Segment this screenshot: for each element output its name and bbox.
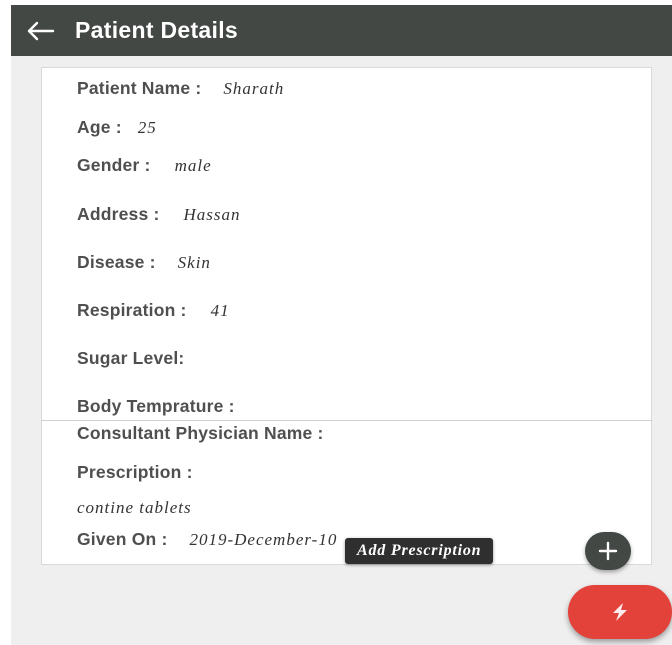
age-row: Age : 25 — [77, 117, 157, 138]
physician-label: Consultant Physician Name : — [77, 423, 324, 443]
disease-value: Skin — [177, 253, 211, 272]
screen: Patient Details Patient Name : Sharath A… — [11, 5, 672, 645]
gender-value: male — [174, 156, 212, 175]
lightning-icon — [613, 603, 627, 621]
temperature-label: Body Temprature : — [77, 396, 235, 416]
respiration-label: Respiration : — [77, 300, 187, 320]
divider — [41, 420, 652, 421]
patient-name-row: Patient Name : Sharath — [77, 78, 284, 99]
disease-row: Disease : Skin — [77, 252, 211, 273]
temperature-row: Body Temprature : — [77, 396, 235, 417]
prescription-value: contine tablets — [77, 498, 192, 517]
disease-label: Disease : — [77, 252, 156, 272]
app-bar: Patient Details — [11, 5, 672, 56]
page-title: Patient Details — [75, 17, 238, 43]
back-button[interactable] — [11, 5, 69, 56]
sugar-level-label: Sugar Level: — [77, 348, 185, 368]
age-label: Age : — [77, 117, 122, 137]
prescription-row: Prescription : — [77, 462, 193, 483]
gender-row: Gender : male — [77, 155, 212, 176]
address-label: Address : — [77, 204, 160, 224]
patient-name-label: Patient Name : — [77, 78, 202, 98]
address-value: Hassan — [183, 205, 241, 224]
patient-name-value: Sharath — [223, 79, 285, 98]
respiration-value: 41 — [210, 301, 230, 320]
physician-row: Consultant Physician Name : — [77, 423, 324, 444]
given-on-value: 2019-December-10 — [189, 530, 338, 549]
add-prescription-button[interactable] — [585, 532, 631, 570]
address-row: Address : Hassan — [77, 204, 241, 225]
plus-icon — [598, 541, 618, 561]
respiration-row: Respiration : 41 — [77, 300, 230, 321]
prescription-label: Prescription : — [77, 462, 193, 482]
main-action-button[interactable] — [568, 585, 672, 639]
age-value: 25 — [137, 118, 157, 137]
given-on-row: Given On : 2019-December-10 — [77, 529, 337, 550]
sugar-level-row: Sugar Level: — [77, 348, 184, 369]
given-on-label: Given On : — [77, 529, 168, 549]
arrow-left-icon — [27, 21, 55, 40]
gender-label: Gender : — [77, 155, 151, 175]
add-prescription-label[interactable]: Add Prescription — [345, 538, 494, 564]
